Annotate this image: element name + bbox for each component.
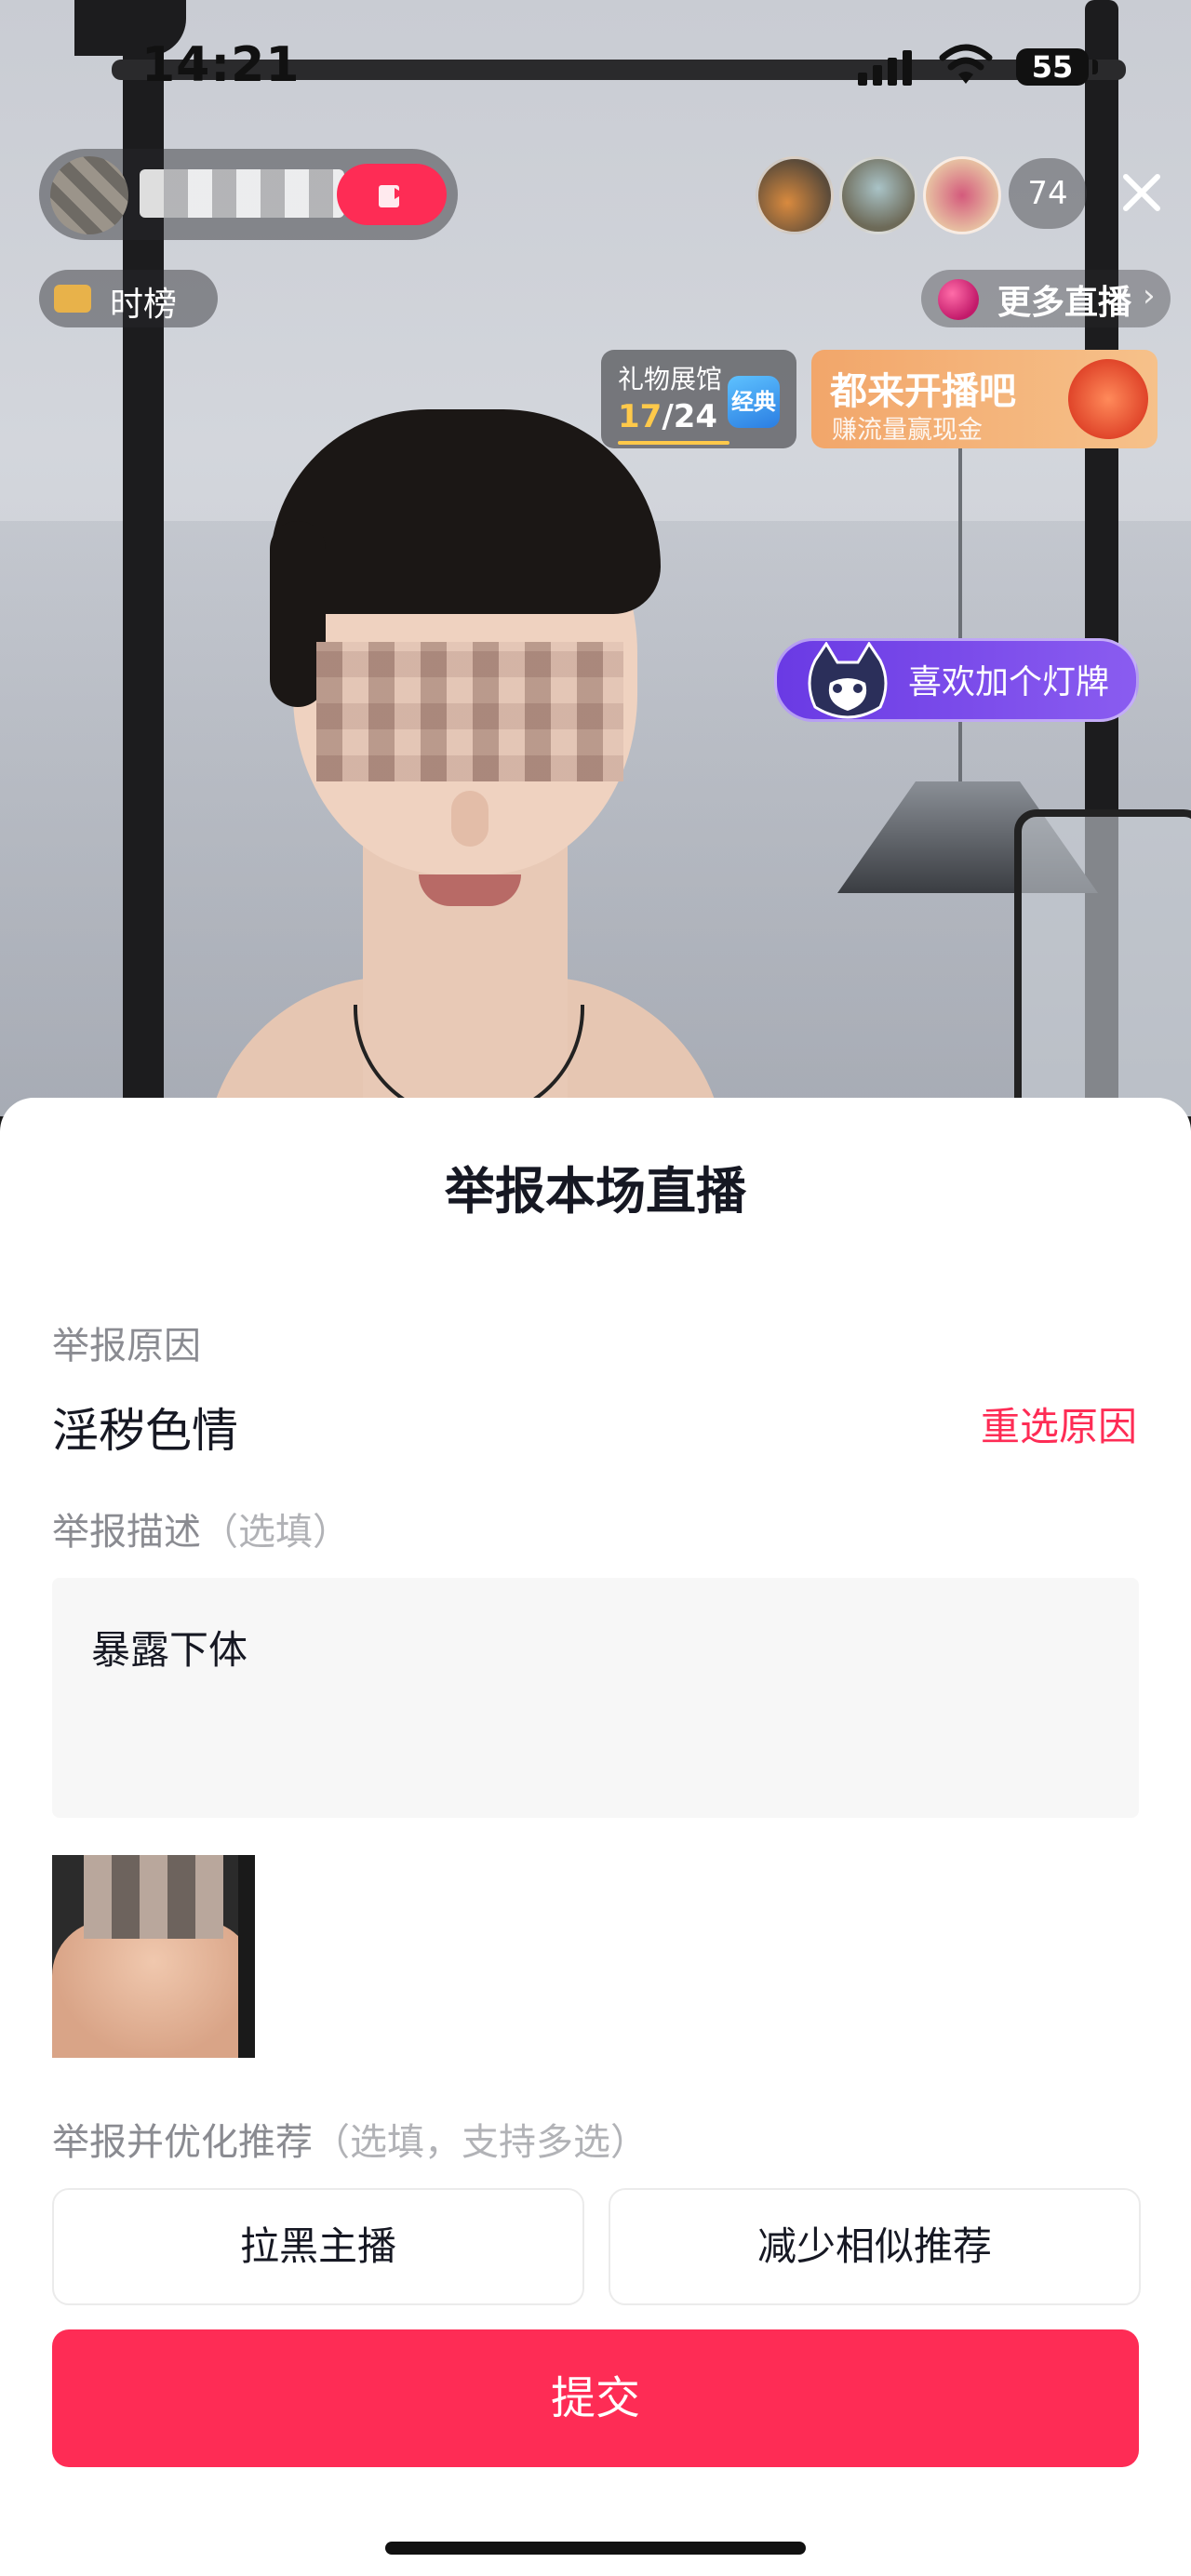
description-text: 暴露下体 — [91, 1627, 248, 1673]
thumbnail-pole — [238, 1855, 255, 2058]
gift-hall-label: 礼物展馆 — [618, 364, 723, 394]
lamp-cord — [958, 391, 962, 781]
fan-club-label: 喜欢加个灯牌 — [908, 663, 1110, 701]
mirror — [1014, 809, 1191, 1116]
description-label-text: 举报描述 — [52, 1511, 201, 1554]
viewer-avatar[interactable] — [923, 156, 1001, 234]
rank-icon — [54, 285, 91, 313]
rank-label: 时榜 — [110, 286, 178, 324]
gift-hall-progress: 17/24 — [618, 398, 717, 435]
home-indicator — [385, 2542, 806, 2555]
face-mosaic — [316, 642, 623, 781]
thumbnail-body — [52, 1920, 255, 2058]
description-hint: （选填） — [201, 1511, 350, 1554]
close-icon[interactable] — [1118, 169, 1165, 216]
gift-hall-progress-current: 17 — [618, 398, 662, 435]
cellular-signal-icon — [858, 48, 912, 86]
wifi-icon — [939, 44, 993, 84]
follow-icon — [379, 184, 404, 207]
gift-hall-progress-bar — [618, 441, 729, 445]
thumbnail-mosaic — [84, 1855, 223, 1939]
cat-mascot-icon — [808, 642, 888, 719]
reselect-reason-button[interactable]: 重选原因 — [981, 1395, 1137, 1452]
streamer-figure — [205, 409, 726, 1116]
optimize-label-text: 举报并优化推荐 — [52, 2121, 313, 2164]
gift-hall-badge: 经典 — [728, 376, 780, 428]
viewer-avatar[interactable] — [839, 156, 917, 234]
description-label: 举报描述（选填） — [52, 1502, 350, 1555]
follow-button[interactable] — [337, 164, 447, 225]
viewer-avatar[interactable] — [756, 156, 834, 234]
chevron-right-icon: › — [1143, 277, 1156, 314]
sheet-title: 举报本场直播 — [445, 1162, 746, 1221]
battery-icon: 55 — [1016, 48, 1089, 86]
evidence-thumbnail[interactable] — [52, 1855, 255, 2058]
description-input[interactable] — [52, 1578, 1139, 1818]
mouth — [419, 874, 521, 906]
streamer-avatar[interactable] — [50, 156, 128, 234]
reduce-similar-option[interactable]: 减少相似推荐 — [609, 2188, 1141, 2305]
streamer-name-blurred — [140, 169, 344, 218]
promo-subtitle: 赚流量赢现金 — [832, 416, 983, 445]
promo-title: 都来开播吧 — [830, 370, 1016, 413]
submit-button[interactable]: 提交 — [52, 2329, 1139, 2467]
optimize-hint: （选填，支持多选） — [313, 2121, 648, 2164]
planet-icon — [938, 279, 979, 320]
reason-label: 举报原因 — [52, 1325, 201, 1368]
gift-hall-progress-total: /24 — [662, 398, 718, 435]
reason-value: 淫秽色情 — [52, 1404, 238, 1458]
optimize-label: 举报并优化推荐（选填，支持多选） — [52, 2112, 648, 2166]
more-live-label: 更多直播 — [997, 284, 1132, 322]
viewer-count[interactable]: 74 — [1009, 158, 1087, 229]
block-streamer-option[interactable]: 拉黑主播 — [52, 2188, 584, 2305]
nose — [451, 791, 488, 847]
status-time: 14:21 — [141, 37, 301, 93]
battery-tip — [1092, 60, 1098, 74]
